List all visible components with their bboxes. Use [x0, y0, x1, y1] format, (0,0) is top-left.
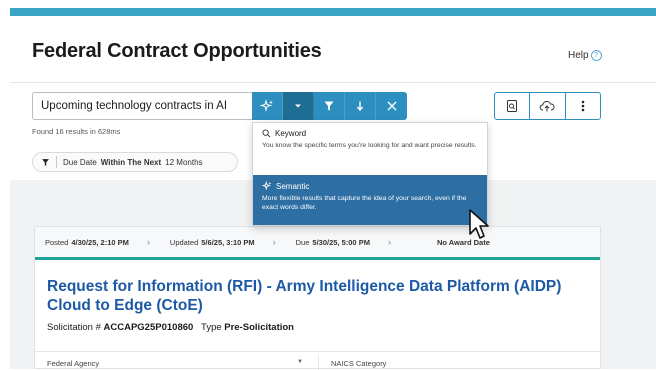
posted-value: 4/30/25, 2:10 PM: [71, 237, 129, 247]
card-divider: [35, 351, 600, 352]
saved-search-button[interactable]: [495, 93, 531, 119]
field-divider: [318, 355, 319, 370]
semantic-option-title: Semantic: [262, 181, 478, 191]
chip-divider: [56, 156, 57, 168]
semantic-option-label: Semantic: [276, 181, 310, 191]
semantic-search-button[interactable]: [252, 92, 283, 120]
help-label: Help: [568, 50, 589, 61]
mouse-cursor-icon: [469, 209, 489, 239]
chevron-down-icon: [295, 104, 301, 108]
search-button-group: [252, 92, 407, 120]
updated-date: Updated 5/6/25, 3:10 PM: [170, 238, 255, 247]
posted-label: Posted: [45, 237, 69, 247]
type-label: Type: [201, 322, 222, 333]
filter-button[interactable]: [314, 92, 345, 120]
page-title: Federal Contract Opportunities: [32, 40, 322, 62]
agency-label: Federal Agency: [47, 359, 100, 368]
chevron-down-icon: ▼: [297, 359, 303, 365]
due-date-filter-chip[interactable]: Due Date Within The Next 12 Months: [32, 152, 238, 172]
more-options-button[interactable]: [566, 93, 600, 119]
results-count: Found 16 results in 628ms: [32, 127, 121, 136]
due-value: 5/30/25, 5:00 PM: [312, 237, 370, 247]
due-label: Due: [295, 237, 310, 247]
keyword-option-label: Keyword: [275, 129, 307, 138]
sort-icon: [356, 101, 364, 112]
search-mode-option-keyword[interactable]: Keyword You know the specific terms you'…: [253, 123, 487, 173]
upload-button[interactable]: [530, 93, 566, 119]
action-button-group: [494, 92, 601, 120]
opportunity-title-link[interactable]: Request for Information (RFI) - Army Int…: [47, 277, 587, 315]
chevron-right-icon: ›: [387, 237, 391, 247]
federal-agency-field[interactable]: Federal Agency ▼: [47, 359, 303, 368]
keyword-option-title: Keyword: [262, 129, 478, 138]
semantic-option-description: More flexible results that capture the i…: [262, 195, 467, 211]
filter-icon: [324, 101, 334, 111]
posted-date: Posted 4/30/25, 2:10 PM: [45, 238, 129, 247]
chip-operator: Within The Next: [100, 157, 162, 167]
due-date: Due 5/30/25, 5:00 PM: [296, 238, 370, 247]
sparkle-icon: [260, 99, 273, 112]
updated-value: 5/6/25, 3:10 PM: [201, 237, 255, 247]
chevron-right-icon: ›: [272, 237, 276, 247]
more-options-icon: [581, 100, 585, 112]
solicitation-info: Solicitation # ACCAPG25P010860 Type Pre-…: [47, 322, 294, 333]
header-divider: [10, 82, 656, 83]
naics-category-field[interactable]: NAICS Category: [331, 359, 386, 368]
solicitation-number: ACCAPG25P010860: [103, 322, 194, 333]
chip-field: Due Date: [63, 157, 97, 167]
filter-icon: [42, 158, 49, 166]
opportunity-card: Posted 4/30/25, 2:10 PM › Updated 5/6/25…: [34, 226, 601, 370]
chip-value: 12 Months: [165, 157, 203, 167]
sort-button[interactable]: [345, 92, 376, 120]
saved-search-icon: [507, 100, 518, 112]
solicitation-label: Solicitation #: [47, 322, 101, 333]
keyword-option-description: You know the specific terms you're looki…: [262, 142, 477, 149]
search-mode-menu: Keyword You know the specific terms you'…: [252, 122, 488, 226]
sparkle-icon: [262, 181, 272, 191]
cloud-upload-icon: [540, 100, 556, 112]
close-icon: [387, 101, 396, 111]
clear-search-button[interactable]: [376, 92, 407, 120]
search-mode-option-semantic[interactable]: Semantic More flexible results that capt…: [253, 175, 487, 225]
search-input[interactable]: [32, 92, 252, 120]
help-link[interactable]: Help ?: [568, 50, 602, 61]
search-mode-dropdown-button[interactable]: [283, 92, 314, 120]
chevron-right-icon: ›: [146, 237, 150, 247]
help-icon: ?: [590, 50, 602, 61]
card-dates-bar: Posted 4/30/25, 2:10 PM › Updated 5/6/25…: [35, 227, 600, 260]
type-value: Pre-Solicitation: [224, 322, 294, 333]
updated-label: Updated: [169, 237, 199, 247]
search-icon: [262, 129, 271, 138]
top-accent-bar: [10, 8, 656, 16]
